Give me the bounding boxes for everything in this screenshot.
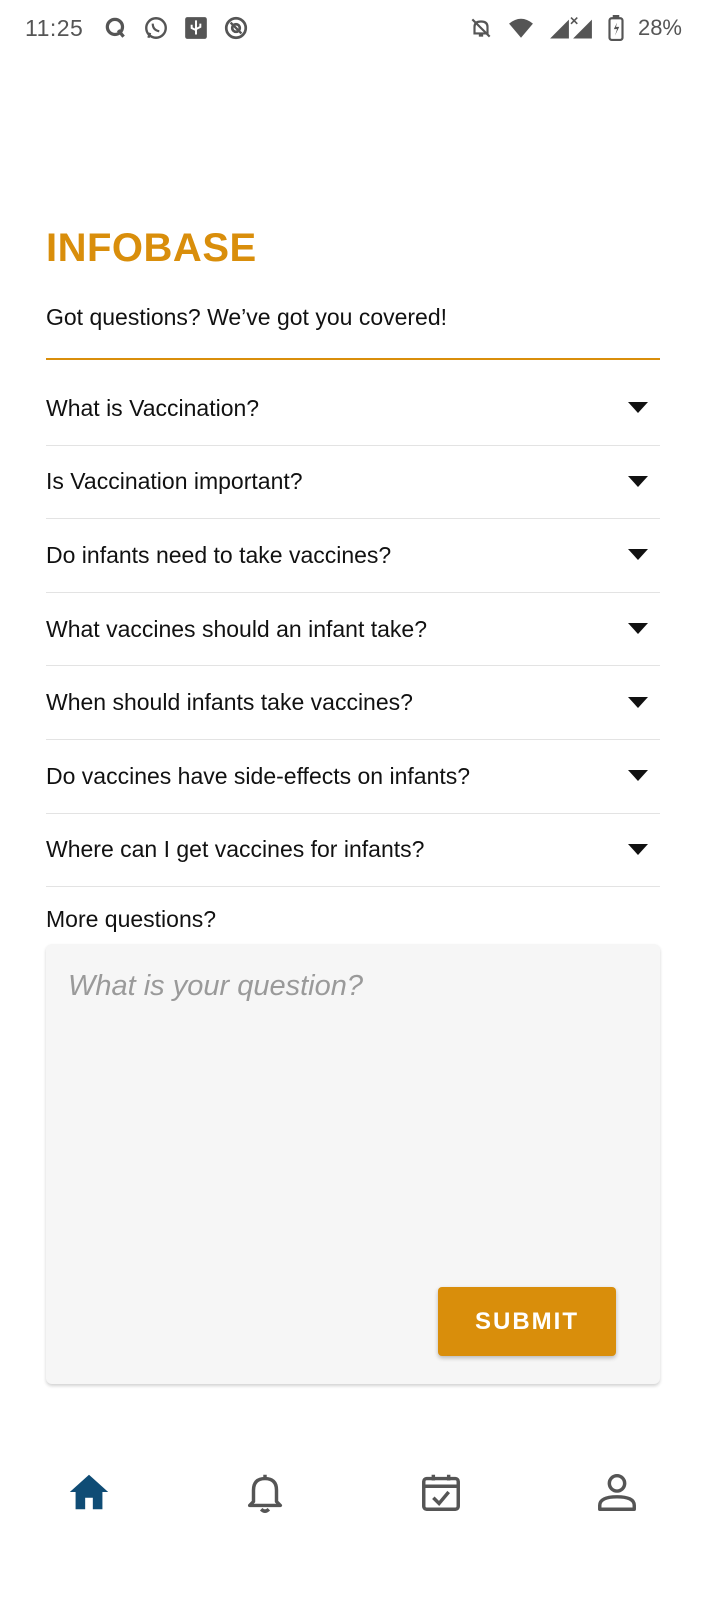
whatsapp-icon: [143, 15, 169, 41]
caret-down-icon: [628, 402, 648, 414]
status-time: 11:25: [25, 14, 84, 41]
faq-question-label: What vaccines should an infant take?: [46, 615, 428, 642]
faq-list: What is Vaccination? Is Vaccination impo…: [46, 372, 660, 888]
caret-down-icon: [628, 843, 648, 855]
quora-icon: [103, 15, 129, 41]
bell-icon: [247, 1474, 283, 1513]
nav-profile[interactable]: [593, 1468, 641, 1516]
submit-button[interactable]: SUBMIT: [438, 1287, 616, 1356]
faq-item[interactable]: When should infants take vaccines?: [46, 666, 660, 740]
status-right: 28%: [468, 15, 682, 41]
faq-item[interactable]: What vaccines should an infant take?: [46, 593, 660, 667]
caret-down-icon: [628, 696, 648, 708]
faq-question-label: Do infants need to take vaccines?: [46, 541, 392, 568]
bottom-nav: [0, 1440, 720, 1550]
nav-notifications[interactable]: [241, 1468, 289, 1516]
wifi-icon: [508, 15, 534, 41]
faq-question-label: When should infants take vaccines?: [46, 689, 413, 716]
question-input[interactable]: [46, 944, 660, 1264]
page-title: INFOBASE: [46, 226, 257, 270]
notifications-off-icon: [468, 15, 494, 41]
nav-calendar[interactable]: [417, 1468, 465, 1516]
faq-item[interactable]: Where can I get vaccines for infants?: [46, 814, 660, 888]
question-form: SUBMIT: [46, 944, 660, 1384]
faq-item[interactable]: Do infants need to take vaccines?: [46, 519, 660, 593]
faq-question-label: Do vaccines have side-effects on infants…: [46, 762, 471, 789]
status-left: 11:25: [25, 15, 249, 42]
faq-item[interactable]: Is Vaccination important?: [46, 446, 660, 520]
title-divider: [46, 358, 660, 360]
faq-question-label: Where can I get vaccines for infants?: [46, 836, 425, 863]
faq-item[interactable]: What is Vaccination?: [46, 372, 660, 446]
battery-percentage: 28%: [637, 15, 682, 40]
calendar-check-icon: [422, 1474, 460, 1511]
profile-icon: [598, 1473, 636, 1511]
faq-question-label: Is Vaccination important?: [46, 468, 303, 495]
caret-down-icon: [628, 623, 648, 635]
page-subtitle: Got questions? We’ve got you covered!: [46, 304, 448, 330]
signal-icon: [548, 15, 594, 41]
caret-down-icon: [628, 770, 648, 782]
faq-question-label: What is Vaccination?: [46, 394, 260, 421]
faq-item[interactable]: Do vaccines have side-effects on infants…: [46, 740, 660, 814]
more-questions-label: More questions?: [46, 906, 217, 932]
usb-debug-icon: [183, 15, 209, 41]
nav-home[interactable]: [65, 1468, 113, 1516]
status-bar: 11:25 28%: [0, 0, 720, 56]
caret-down-icon: [628, 549, 648, 561]
battery-charging-icon: [608, 15, 624, 41]
caret-down-icon: [628, 475, 648, 487]
home-icon: [69, 1474, 109, 1510]
at-sign-icon: [223, 15, 249, 41]
